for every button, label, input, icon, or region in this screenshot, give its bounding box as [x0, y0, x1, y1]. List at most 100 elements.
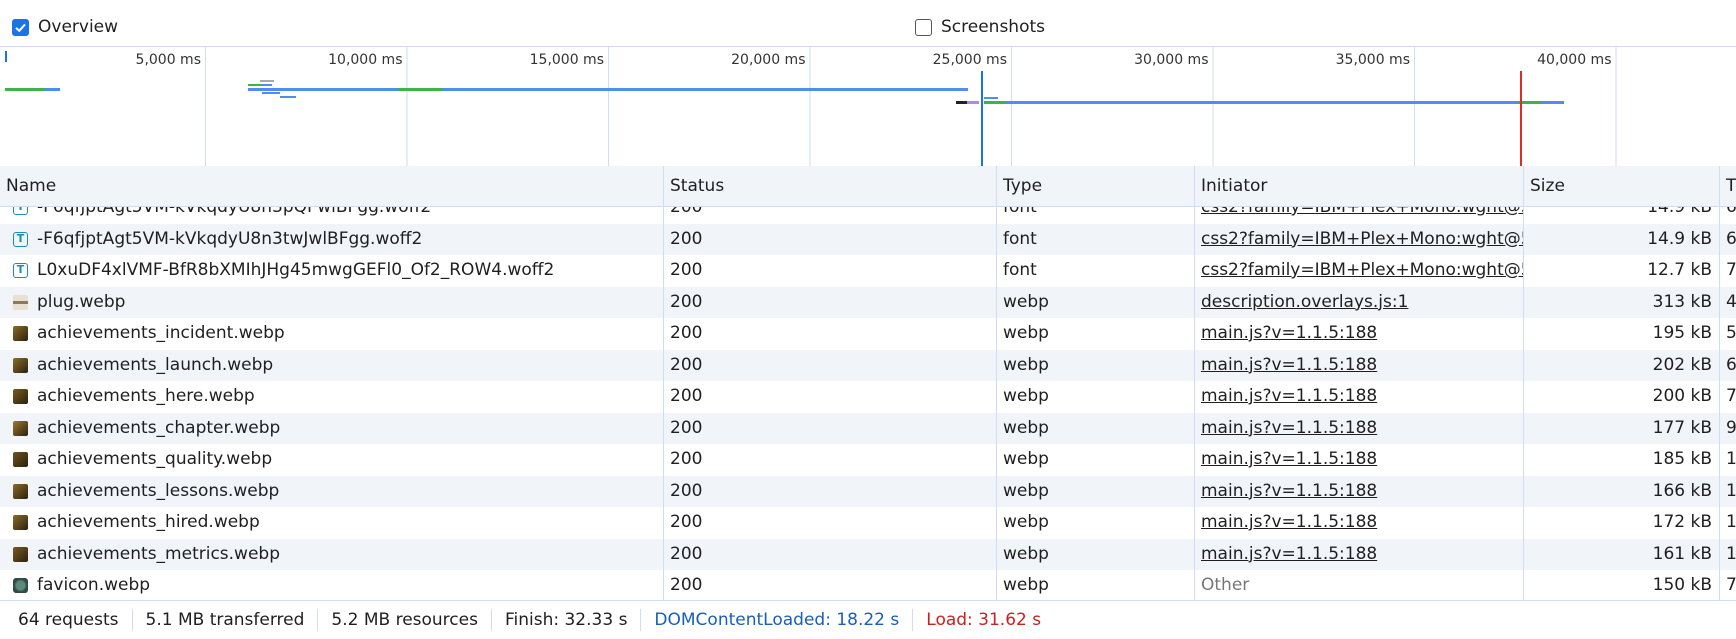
request-initiator: Other [1201, 575, 1250, 595]
dom-content-loaded-time: DOMContentLoaded: 18.22 s [641, 609, 914, 631]
column-header-name[interactable]: Name [0, 166, 663, 206]
timeline-tick-label: 35,000 ms [1336, 52, 1410, 68]
request-status: 200 [670, 543, 703, 564]
request-status: 200 [670, 323, 703, 343]
table-row[interactable]: achievements_quality.webp 200 webp main.js?… [0, 444, 1736, 476]
timeline-gridline [406, 47, 408, 167]
request-status: 200 [670, 354, 703, 375]
request-name: achievements_chapter.webp [37, 417, 281, 438]
table-row[interactable]: achievements_chapter.webp 200 webp main.js?… [0, 412, 1736, 445]
table-row[interactable]: T-F6qfjptAgt5VM-kVkqdyU8n3pQPwlBFgg.woff… [0, 207, 1736, 224]
screenshots-label: Screenshots [941, 17, 1046, 37]
timeline-gridline [608, 47, 609, 167]
request-type: webp [1003, 543, 1049, 564]
request-name: achievements_metrics.webp [37, 543, 281, 564]
initiator-link[interactable]: main.js?v=1.1.5:188 [1195, 507, 1523, 539]
request-time: 1 [1726, 512, 1736, 532]
request-type: font [1003, 228, 1037, 249]
request-time: 6 [1726, 354, 1736, 375]
timeline-tick-label: 40,000 ms [1537, 52, 1611, 68]
resources-size: 5.2 MB resources [318, 609, 492, 631]
request-size: 313 kB [1652, 291, 1712, 312]
table-row[interactable]: T L0xuDF4xlVMF-BfR8bXMIhJHg45mwgGEFl0_Of2… [0, 255, 1736, 287]
request-status: 200 [670, 228, 703, 249]
request-size: 200 kB [1652, 386, 1712, 406]
initiator-link[interactable]: main.js?v=1.1.5:188 [1195, 413, 1523, 445]
request-size: 12.7 kB [1647, 260, 1712, 280]
table-row[interactable]: achievements_here.webp 200 webp main.js?v=1… [0, 381, 1736, 413]
finish-time: Finish: 32.33 s [492, 609, 642, 631]
table-row[interactable]: T -F6qfjptAgt5VM-kVkqdyU8n3twJwlBFgg.woff… [0, 223, 1736, 256]
request-time: 6 [1726, 207, 1736, 217]
request-size: 185 kB [1652, 449, 1712, 469]
initiator-link[interactable]: main.js?v=1.1.5:188 [1195, 476, 1523, 508]
timeline-request-bars [5, 80, 1564, 104]
table-row[interactable]: achievements_incident.webp 200 webp main.js… [0, 318, 1736, 350]
request-time: 4 [1726, 291, 1736, 312]
initiator-link[interactable]: css2?family=IBM+Plex+Mono:wght@50 [1195, 207, 1523, 224]
request-time: 1 [1726, 480, 1736, 501]
request-name: achievements_launch.webp [37, 354, 274, 375]
request-status: 200 [670, 512, 703, 532]
timeline-gridline [809, 47, 811, 167]
request-name: achievements_hired.webp [37, 512, 260, 532]
timeline-tick-label: 15,000 ms [530, 52, 604, 68]
load-marker [1520, 71, 1522, 167]
requests-count: 64 requests [5, 609, 133, 631]
request-status: 200 [670, 260, 703, 280]
request-status: 200 [670, 449, 703, 469]
request-table-header: Name Status Type Initiator Size T [0, 166, 1736, 207]
column-header-initiator[interactable]: Initiator [1195, 166, 1523, 206]
request-time: 1 [1726, 449, 1736, 469]
initiator-link[interactable]: css2?family=IBM+Plex+Mono:wght@50 [1195, 255, 1523, 287]
timeline-gridline [205, 47, 206, 167]
request-status: 200 [670, 417, 703, 438]
table-row[interactable]: achievements_hired.webp 200 webp main.js?v=… [0, 507, 1736, 539]
request-type: webp [1003, 512, 1049, 532]
initiator-link[interactable]: css2?family=IBM+Plex+Mono:wght@50 [1195, 224, 1523, 256]
table-row[interactable]: achievements_launch.webp 200 webp main.js?v… [0, 349, 1736, 382]
table-row[interactable]: favicon.webp 200 webp Other 150 kB 7 [0, 570, 1736, 600]
timeline-gridline [1615, 47, 1617, 167]
initiator-link[interactable]: main.js?v=1.1.5:188 [1195, 381, 1523, 413]
request-status: 200 [670, 575, 703, 595]
initiator-link[interactable]: main.js?v=1.1.5:188 [1195, 350, 1523, 382]
request-name: achievements_quality.webp [37, 449, 273, 469]
request-status: 200 [670, 207, 703, 217]
table-row[interactable]: achievements_lessons.webp 200 webp main.js?… [0, 475, 1736, 508]
request-size: 14.9 kB [1647, 207, 1712, 217]
initiator-link[interactable]: description.overlays.js:1 [1195, 287, 1523, 319]
request-size: 202 kB [1652, 354, 1712, 375]
initiator-link[interactable]: main.js?v=1.1.5:188 [1195, 318, 1523, 350]
column-header-status[interactable]: Status [664, 166, 996, 206]
request-list: T-F6qfjptAgt5VM-kVkqdyU8n3pQPwlBFgg.woff… [0, 207, 1736, 600]
timeline-overview-graph[interactable]: 5,000 ms 10,000 ms 15,000 ms 20,000 ms 25,00… [0, 47, 1736, 167]
request-name: -F6qfjptAgt5VM-kVkqdyU8n3twJwlBFgg.woff2 [37, 228, 423, 249]
request-name: plug.webp [37, 291, 126, 312]
network-toolbar: Overview Screenshots [0, 0, 1736, 46]
request-size: 166 kB [1652, 480, 1712, 501]
request-type: font [1003, 207, 1037, 217]
table-row[interactable]: achievements_metrics.webp 200 webp main.js?… [0, 538, 1736, 571]
request-type: webp [1003, 449, 1049, 469]
request-name: achievements_here.webp [37, 386, 255, 406]
initiator-link[interactable]: main.js?v=1.1.5:188 [1195, 539, 1523, 571]
request-type: webp [1003, 575, 1049, 595]
timeline-gridline [1011, 47, 1012, 167]
timeline-overview[interactable]: 5,000 ms 10,000 ms 15,000 ms 20,000 ms 25,00… [0, 46, 1736, 168]
table-row[interactable]: plug.webp 200 webp description.overlays.js:… [0, 286, 1736, 319]
request-table-body[interactable]: T-F6qfjptAgt5VM-kVkqdyU8n3pQPwlBFgg.woff… [0, 207, 1736, 600]
request-status: 200 [670, 480, 703, 501]
column-header-size[interactable]: Size [1524, 166, 1719, 206]
request-type: webp [1003, 480, 1049, 501]
column-header-time[interactable]: T [1720, 166, 1736, 206]
request-size: 172 kB [1652, 512, 1712, 532]
overview-checkbox[interactable]: Overview [12, 17, 118, 37]
screenshots-checkbox[interactable]: Screenshots [915, 17, 1045, 37]
network-summary-bar: 64 requests 5.1 MB transferred 5.2 MB re… [0, 600, 1736, 639]
initiator-link[interactable]: main.js?v=1.1.5:188 [1195, 444, 1523, 476]
timeline-range-handle[interactable] [5, 51, 7, 62]
request-name: achievements_incident.webp [37, 323, 285, 343]
column-header-type[interactable]: Type [997, 166, 1194, 206]
request-time: 7 [1726, 575, 1736, 595]
